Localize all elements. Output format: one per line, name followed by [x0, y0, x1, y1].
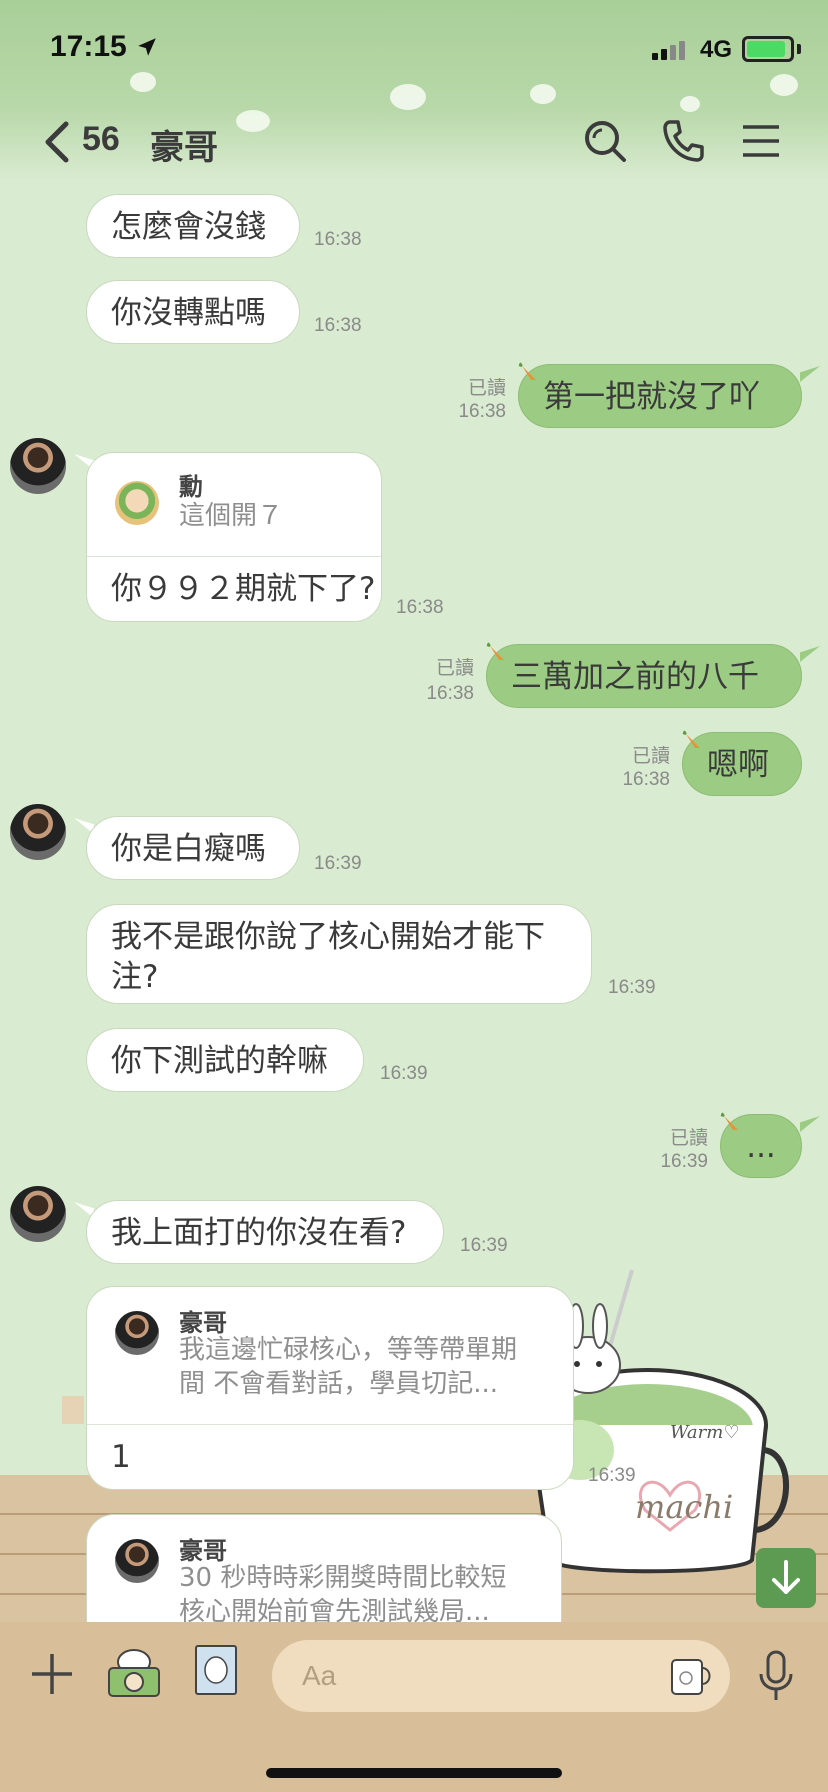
bubble-tail [800, 646, 820, 662]
input-bar [0, 1622, 828, 1792]
avatar[interactable] [10, 804, 66, 860]
bubble-tail [800, 366, 820, 382]
quoted-sticker-avatar [115, 481, 159, 525]
message-time: 16:39 [608, 977, 656, 998]
message-time: 16:38 [396, 597, 444, 618]
battery-tip [797, 44, 801, 54]
phone-icon[interactable] [660, 118, 706, 164]
message-time: 16:38 [622, 769, 670, 790]
read-receipt: 已讀 [631, 745, 670, 767]
status-time: 17:15 [50, 30, 127, 63]
plus-icon[interactable] [30, 1652, 74, 1696]
message-time: 16:38 [458, 401, 506, 422]
message-time: 16:38 [314, 315, 362, 336]
message-bubble[interactable]: 你是白癡嗎 [86, 816, 300, 880]
quoted-text: 我這邊忙碌核心，等等帶單期 間 不會看對話，學員切記... [179, 1335, 518, 1399]
message-bubble[interactable]: 我上面打的你沒在看? [86, 1200, 444, 1264]
quoted-text: 這個開７ [179, 501, 284, 531]
quoted-avatar [115, 1311, 159, 1355]
scroll-to-bottom-button[interactable] [756, 1548, 816, 1608]
chat-title[interactable]: 豪哥 [150, 120, 218, 169]
message-bubble[interactable]: 我不是跟你說了核心開始才能下 注? [86, 904, 592, 1004]
avatar[interactable] [10, 438, 66, 494]
message-bubble[interactable]: 怎麼會沒錢 [86, 194, 300, 258]
status-bar: 17:15 4G [0, 0, 828, 100]
message-bubble[interactable]: 你沒轉點嗎 [86, 280, 300, 344]
menu-icon[interactable] [738, 118, 784, 164]
reply-message-card[interactable]: 豪哥 30 秒時時彩開獎時間比較短 核心開始前會先測試幾局... [86, 1514, 562, 1622]
chat-header: 56 豪哥 [0, 108, 828, 174]
scroll-down-icon [772, 1560, 800, 1594]
photo-icon[interactable] [194, 1644, 238, 1696]
carrot-icon [486, 642, 504, 660]
emoji-indicator [62, 1396, 84, 1424]
quoted-avatar [115, 1539, 159, 1583]
carrot-icon [682, 730, 700, 748]
message-bubble[interactable]: 你下測試的幹嘛 [86, 1028, 364, 1092]
sticker-icon[interactable] [668, 1654, 714, 1698]
back-chevron-icon[interactable] [40, 120, 76, 164]
network-type: 4G [700, 36, 733, 63]
signal-bars-icon [652, 41, 685, 60]
read-receipt: 已讀 [467, 377, 506, 399]
my-message-bubble[interactable]: 三萬加之前的八千 [486, 644, 802, 708]
reply-message-text: 1 [111, 1439, 131, 1475]
mug-warm-label: Warm♡ [670, 1422, 739, 1443]
message-clip: 豪哥 30 秒時時彩開獎時間比較短 核心開始前會先測試幾局... [0, 1510, 828, 1622]
read-receipt: 已讀 [435, 657, 474, 679]
reply-message-card[interactable]: 勳 這個開７ 你９９２期就下了? [86, 452, 382, 622]
microphone-icon[interactable] [756, 1650, 796, 1702]
unread-count[interactable]: 56 [82, 120, 120, 159]
message-time: 16:39 [588, 1465, 636, 1486]
message-input[interactable] [272, 1640, 730, 1712]
battery-icon [742, 36, 794, 62]
reply-message-card[interactable]: 豪哥 我這邊忙碌核心，等等帶單期 間 不會看對話，學員切記... 1 [86, 1286, 574, 1490]
camera-icon[interactable] [106, 1644, 162, 1700]
location-arrow-icon [138, 38, 156, 56]
carrot-icon [518, 362, 536, 380]
message-time: 16:39 [380, 1063, 428, 1084]
message-time: 16:39 [660, 1151, 708, 1172]
message-time: 16:38 [314, 229, 362, 250]
quoted-text: 30 秒時時彩開獎時間比較短 核心開始前會先測試幾局... [179, 1563, 507, 1622]
bubble-tail [800, 1116, 820, 1132]
search-icon[interactable] [582, 118, 628, 164]
message-time: 16:39 [314, 853, 362, 874]
reply-message-text: 你９９２期就下了? [111, 571, 376, 607]
quoted-message[interactable]: 勳 這個開７ [87, 453, 381, 557]
my-message-bubble[interactable]: 第一把就沒了吖 [518, 364, 802, 428]
message-time: 16:39 [460, 1235, 508, 1256]
home-indicator [266, 1768, 562, 1778]
message-time: 16:38 [426, 683, 474, 704]
quoted-message[interactable]: 豪哥 我這邊忙碌核心，等等帶單期 間 不會看對話，學員切記... [87, 1287, 573, 1425]
avatar[interactable] [10, 1186, 66, 1242]
read-receipt: 已讀 [669, 1127, 708, 1149]
carrot-icon [720, 1112, 738, 1130]
